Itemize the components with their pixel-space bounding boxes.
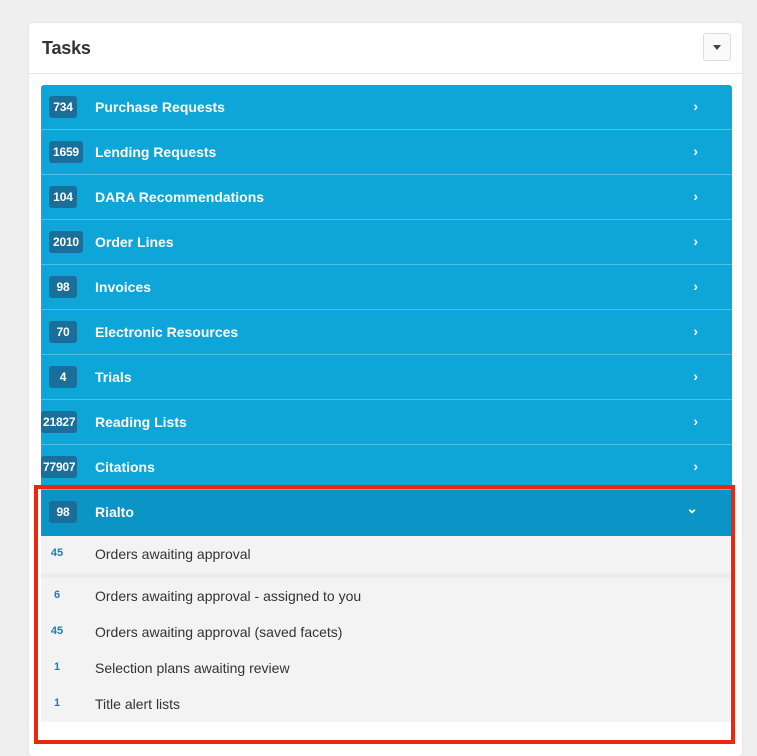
task-label: Rialto xyxy=(95,504,134,520)
task-row-trials[interactable]: 4 Trials › xyxy=(41,355,732,400)
task-count-badge: 1659 xyxy=(49,141,83,163)
chevron-right-icon: › xyxy=(693,188,698,204)
task-count-badge: 104 xyxy=(49,186,77,208)
task-count-badge: 98 xyxy=(49,276,77,298)
task-count-badge: 2010 xyxy=(49,231,83,253)
sublist-count: 45 xyxy=(50,547,64,559)
task-label: Citations xyxy=(95,459,155,475)
task-row-citations[interactable]: 77907 Citations › xyxy=(41,445,732,490)
task-label: Purchase Requests xyxy=(95,99,225,115)
task-count-badge: 98 xyxy=(49,501,77,523)
caret-down-icon xyxy=(713,44,721,50)
task-row-electronic-resources[interactable]: 70 Electronic Resources › xyxy=(41,310,732,355)
task-row-order-lines[interactable]: 2010 Order Lines › xyxy=(41,220,732,265)
sublist-label: Orders awaiting approval xyxy=(95,546,251,562)
sublist-count: 6 xyxy=(53,589,61,601)
chevron-right-icon: › xyxy=(693,143,698,159)
sublist-item-title-alert-lists[interactable]: 1 Title alert lists xyxy=(41,686,732,722)
widget-title: Tasks xyxy=(42,38,91,58)
sublist-count: 1 xyxy=(53,697,61,709)
sublist-item-saved-facets[interactable]: 45 Orders awaiting approval (saved facet… xyxy=(41,614,732,650)
task-row-rialto[interactable]: 98 Rialto ⌄ xyxy=(41,490,732,536)
sublist-count: 1 xyxy=(53,661,61,673)
task-label: DARA Recommendations xyxy=(95,189,265,205)
sublist-item-assigned-to-you[interactable]: 6 Orders awaiting approval - assigned to… xyxy=(41,578,732,614)
task-list: 734 Purchase Requests › 1659 Lending Req… xyxy=(41,85,732,722)
sublist-count: 45 xyxy=(50,625,64,637)
sublist-label: Orders awaiting approval (saved facets) xyxy=(95,624,343,640)
sublist-label: Title alert lists xyxy=(95,696,181,712)
chevron-right-icon: › xyxy=(693,458,698,474)
sublist-label: Orders awaiting approval - assigned to y… xyxy=(95,588,362,604)
task-row-dara-recommendations[interactable]: 104 DARA Recommendations › xyxy=(41,175,732,220)
chevron-down-icon: ⌄ xyxy=(686,500,698,516)
chevron-right-icon: › xyxy=(693,278,698,294)
task-label: Trials xyxy=(95,369,132,385)
tasks-widget: Tasks 734 Purchase Requests › 1659 Lendi… xyxy=(29,23,742,756)
task-row-reading-lists[interactable]: 21827 Reading Lists › xyxy=(41,400,732,445)
task-count-badge: 21827 xyxy=(41,411,78,433)
sublist-label: Selection plans awaiting review xyxy=(95,660,290,676)
task-count-badge: 4 xyxy=(49,366,77,388)
sublist-item-selection-plans[interactable]: 1 Selection plans awaiting review xyxy=(41,650,732,686)
chevron-right-icon: › xyxy=(693,98,698,114)
task-row-invoices[interactable]: 98 Invoices › xyxy=(41,265,732,310)
rialto-sublist: 45 Orders awaiting approval 6 Orders awa… xyxy=(41,536,732,722)
task-label: Lending Requests xyxy=(95,144,217,160)
chevron-right-icon: › xyxy=(693,323,698,339)
task-label: Order Lines xyxy=(95,234,174,250)
task-row-purchase-requests[interactable]: 734 Purchase Requests › xyxy=(41,85,732,130)
task-row-lending-requests[interactable]: 1659 Lending Requests › xyxy=(41,130,732,175)
task-label: Invoices xyxy=(95,279,152,295)
chevron-right-icon: › xyxy=(693,413,698,429)
chevron-right-icon: › xyxy=(693,368,698,384)
task-count-badge: 77907 xyxy=(41,456,78,478)
task-label: Electronic Resources xyxy=(95,324,239,340)
sublist-item-orders-awaiting-approval[interactable]: 45 Orders awaiting approval xyxy=(41,536,732,578)
widget-menu-button[interactable] xyxy=(703,33,731,61)
widget-header: Tasks xyxy=(29,23,742,74)
task-label: Reading Lists xyxy=(95,414,187,430)
task-count-badge: 70 xyxy=(49,321,77,343)
chevron-right-icon: › xyxy=(693,233,698,249)
task-count-badge: 734 xyxy=(49,96,77,118)
